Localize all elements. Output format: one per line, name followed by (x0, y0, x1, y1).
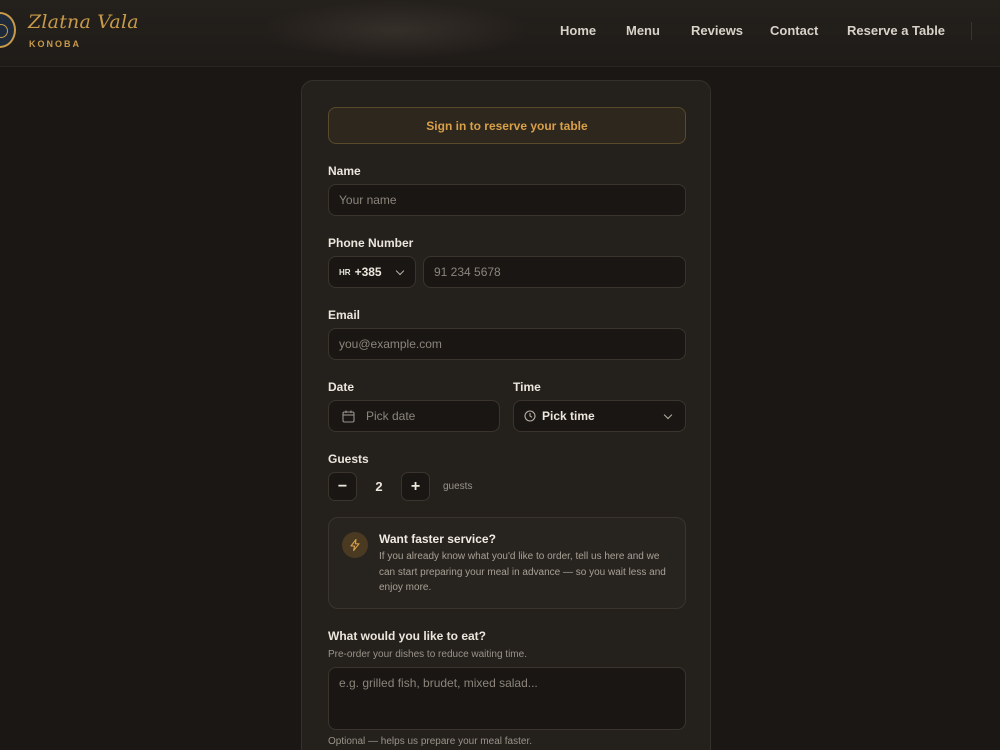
nav-reviews[interactable]: Reviews (691, 23, 743, 38)
calendar-icon (342, 410, 355, 423)
reservation-form-card: Sign in to reserve your table Name Phone… (301, 80, 711, 750)
time-picker-button[interactable]: Pick time (513, 400, 686, 432)
signin-banner-button[interactable]: Sign in to reserve your table (328, 107, 686, 144)
nav-menu[interactable]: Menu (626, 23, 660, 38)
phone-label: Phone Number (328, 236, 414, 250)
time-placeholder: Pick time (542, 409, 595, 423)
faster-service-title: Want faster service? (379, 532, 496, 546)
email-label: Email (328, 308, 361, 322)
date-placeholder: Pick date (366, 409, 416, 423)
guests-count: 2 (375, 479, 383, 494)
chevron-down-icon (395, 266, 405, 276)
preorder-textarea[interactable] (328, 667, 686, 730)
nav-divider (971, 22, 972, 40)
date-picker-button[interactable]: Pick date (328, 400, 500, 432)
preorder-hint: Optional — helps us prepare your meal fa… (328, 736, 532, 747)
guests-decrement-button[interactable]: − (328, 472, 357, 501)
guests-label: Guests (328, 452, 369, 466)
country-code-select[interactable]: HR +385 (328, 256, 416, 288)
clock-icon (524, 410, 536, 422)
nav-reserve-table[interactable]: Reserve a Table (847, 23, 945, 38)
phone-input[interactable] (423, 256, 686, 288)
name-input[interactable] (328, 184, 686, 216)
guests-unit: guests (443, 481, 473, 492)
country-flag: HR (339, 267, 351, 277)
name-label: Name (328, 164, 361, 178)
faster-service-info: Want faster service? If you already know… (328, 517, 686, 609)
country-code: +385 (354, 265, 382, 279)
nav-home[interactable]: Home (560, 23, 596, 38)
date-label: Date (328, 380, 355, 394)
chevron-down-icon (663, 410, 673, 420)
site-header: Zlatna Vala KONOBA Home Menu Reviews Con… (0, 0, 1000, 67)
faster-service-text: If you already know what you'd like to o… (379, 551, 666, 593)
lightning-icon (342, 532, 368, 558)
guests-increment-button[interactable]: + (401, 472, 430, 501)
preorder-subtitle: Pre-order your dishes to reduce waiting … (328, 649, 527, 660)
nav-contact[interactable]: Contact (770, 23, 818, 38)
preorder-label: What would you like to eat? (328, 629, 487, 643)
time-label: Time (513, 380, 541, 394)
email-input[interactable] (328, 328, 686, 360)
main-nav: Home Menu Reviews Contact Reserve a Tabl… (0, 23, 1000, 43)
